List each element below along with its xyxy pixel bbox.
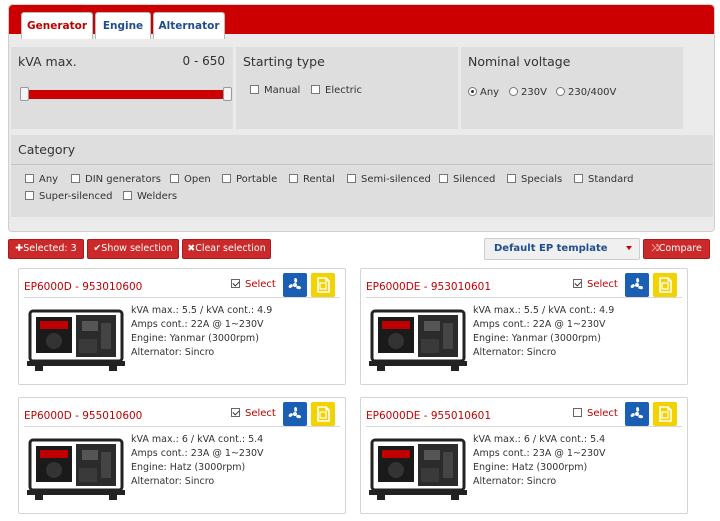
starting-type-title: Starting type xyxy=(243,54,325,69)
select-toggle[interactable]: Select xyxy=(573,279,618,290)
select-toggle[interactable]: Select xyxy=(231,408,276,419)
kva-slider-min-handle[interactable] xyxy=(20,87,29,101)
product-title[interactable]: EP6000D - 955010600 xyxy=(24,410,142,422)
generator-image xyxy=(27,303,125,373)
category-portable[interactable]: Portable xyxy=(222,174,277,185)
option-manual[interactable]: Manual xyxy=(250,85,300,96)
fuel-can-icon[interactable] xyxy=(311,273,335,297)
category-title: Category xyxy=(18,142,76,157)
close-icon: ✖ xyxy=(187,243,196,254)
fan-icon[interactable] xyxy=(625,402,649,426)
category-din-generators-checkbox[interactable] xyxy=(71,174,80,183)
starting-type-filter: Starting type Manual Electric xyxy=(236,47,458,129)
product-specs: kVA max.: 6 / kVA cont.: 5.4 Amps cont.:… xyxy=(473,434,606,487)
product-card: EP6000DE - 955010601 Select kVA max.: 6 … xyxy=(360,397,688,514)
option-any-voltage[interactable]: Any xyxy=(468,87,499,98)
kva-range: 0 - 650 xyxy=(182,54,226,68)
template-dropdown[interactable]: Default EP template xyxy=(484,238,640,260)
product-card: EP6000D - 955010600 Select kVA max.: 6 /… xyxy=(18,397,346,514)
option-230-400v[interactable]: 230/400V xyxy=(556,87,616,98)
category-rental-checkbox[interactable] xyxy=(289,174,298,183)
card-divider xyxy=(366,297,682,298)
category-any-checkbox[interactable] xyxy=(25,174,34,183)
show-selection-button[interactable]: ✔Show selection xyxy=(87,239,179,259)
generator-image xyxy=(369,432,467,502)
generator-image xyxy=(369,303,467,373)
product-specs: kVA max.: 5.5 / kVA cont.: 4.9 Amps cont… xyxy=(473,305,615,358)
select-toggle[interactable]: Select xyxy=(573,408,618,419)
product-title[interactable]: EP6000D - 953010600 xyxy=(24,281,142,293)
category-semi-silenced-checkbox[interactable] xyxy=(347,174,356,183)
fuel-can-icon[interactable] xyxy=(653,273,677,297)
category-super-silenced[interactable]: Super-silenced xyxy=(25,191,113,202)
category-super-silenced-checkbox[interactable] xyxy=(25,191,34,200)
tab-bar: Generator Engine Alternator xyxy=(9,5,714,39)
category-din-generators[interactable]: DIN generators xyxy=(71,174,161,185)
selected-count-button[interactable]: ✚Selected: 3 xyxy=(8,239,84,259)
chevron-down-icon xyxy=(626,246,632,250)
category-standard-checkbox[interactable] xyxy=(574,174,583,183)
fan-icon[interactable] xyxy=(283,402,307,426)
category-semi-silenced[interactable]: Semi-silenced xyxy=(347,174,431,185)
category-specials-checkbox[interactable] xyxy=(507,174,516,183)
category-open[interactable]: Open xyxy=(170,174,211,185)
product-card: EP6000DE - 953010601 Select kVA max.: 5.… xyxy=(360,268,688,385)
product-specs: kVA max.: 5.5 / kVA cont.: 4.9 Amps cont… xyxy=(131,305,273,358)
select-checkbox[interactable] xyxy=(231,408,240,417)
category-welders-checkbox[interactable] xyxy=(123,191,132,200)
230v-radio[interactable] xyxy=(509,87,518,96)
compare-button[interactable]: ⤨Compare xyxy=(643,239,710,259)
category-divider xyxy=(11,164,713,165)
manual-checkbox[interactable] xyxy=(250,85,259,94)
tab-generator[interactable]: Generator xyxy=(21,12,93,39)
category-open-checkbox[interactable] xyxy=(170,174,179,183)
kva-slider-track[interactable] xyxy=(22,90,224,99)
category-filter: Category Any DIN generators Open Portabl… xyxy=(11,135,713,217)
category-silenced[interactable]: Silenced xyxy=(439,174,495,185)
generator-image xyxy=(27,432,125,502)
kva-title: kVA max. xyxy=(18,54,77,69)
fuel-can-icon[interactable] xyxy=(653,402,677,426)
category-any[interactable]: Any xyxy=(25,174,58,185)
product-card: EP6000D - 953010600 Select kVA max.: 5.5… xyxy=(18,268,346,385)
product-title[interactable]: EP6000DE - 953010601 xyxy=(366,281,491,293)
nominal-voltage-filter: Nominal voltage Any 230V 230/400V xyxy=(461,47,683,129)
select-checkbox[interactable] xyxy=(573,408,582,417)
fan-icon[interactable] xyxy=(625,273,649,297)
option-electric[interactable]: Electric xyxy=(311,85,362,96)
category-specials[interactable]: Specials xyxy=(507,174,562,185)
category-welders[interactable]: Welders xyxy=(123,191,177,202)
card-divider xyxy=(24,426,340,427)
fuel-can-icon[interactable] xyxy=(311,402,335,426)
fan-icon[interactable] xyxy=(283,273,307,297)
electric-checkbox[interactable] xyxy=(311,85,320,94)
nominal-voltage-title: Nominal voltage xyxy=(468,54,571,69)
230-400v-radio[interactable] xyxy=(556,87,565,96)
category-rental[interactable]: Rental xyxy=(289,174,335,185)
option-230v[interactable]: 230V xyxy=(509,87,547,98)
category-portable-checkbox[interactable] xyxy=(222,174,231,183)
tab-alternator[interactable]: Alternator xyxy=(153,12,225,39)
kva-filter: kVA max. 0 - 650 xyxy=(11,47,233,129)
product-title[interactable]: EP6000DE - 955010601 xyxy=(366,410,491,422)
select-checkbox[interactable] xyxy=(573,279,582,288)
tab-engine[interactable]: Engine xyxy=(95,12,151,39)
any-voltage-radio[interactable] xyxy=(468,87,477,96)
category-silenced-checkbox[interactable] xyxy=(439,174,448,183)
select-checkbox[interactable] xyxy=(231,279,240,288)
card-divider xyxy=(24,297,340,298)
product-specs: kVA max.: 6 / kVA cont.: 5.4 Amps cont.:… xyxy=(131,434,264,487)
category-standard[interactable]: Standard xyxy=(574,174,634,185)
kva-slider-max-handle[interactable] xyxy=(223,87,232,101)
shuffle-icon: ⤨ xyxy=(651,243,659,254)
card-divider xyxy=(366,426,682,427)
select-toggle[interactable]: Select xyxy=(231,279,276,290)
clear-selection-button[interactable]: ✖Clear selection xyxy=(182,239,271,259)
